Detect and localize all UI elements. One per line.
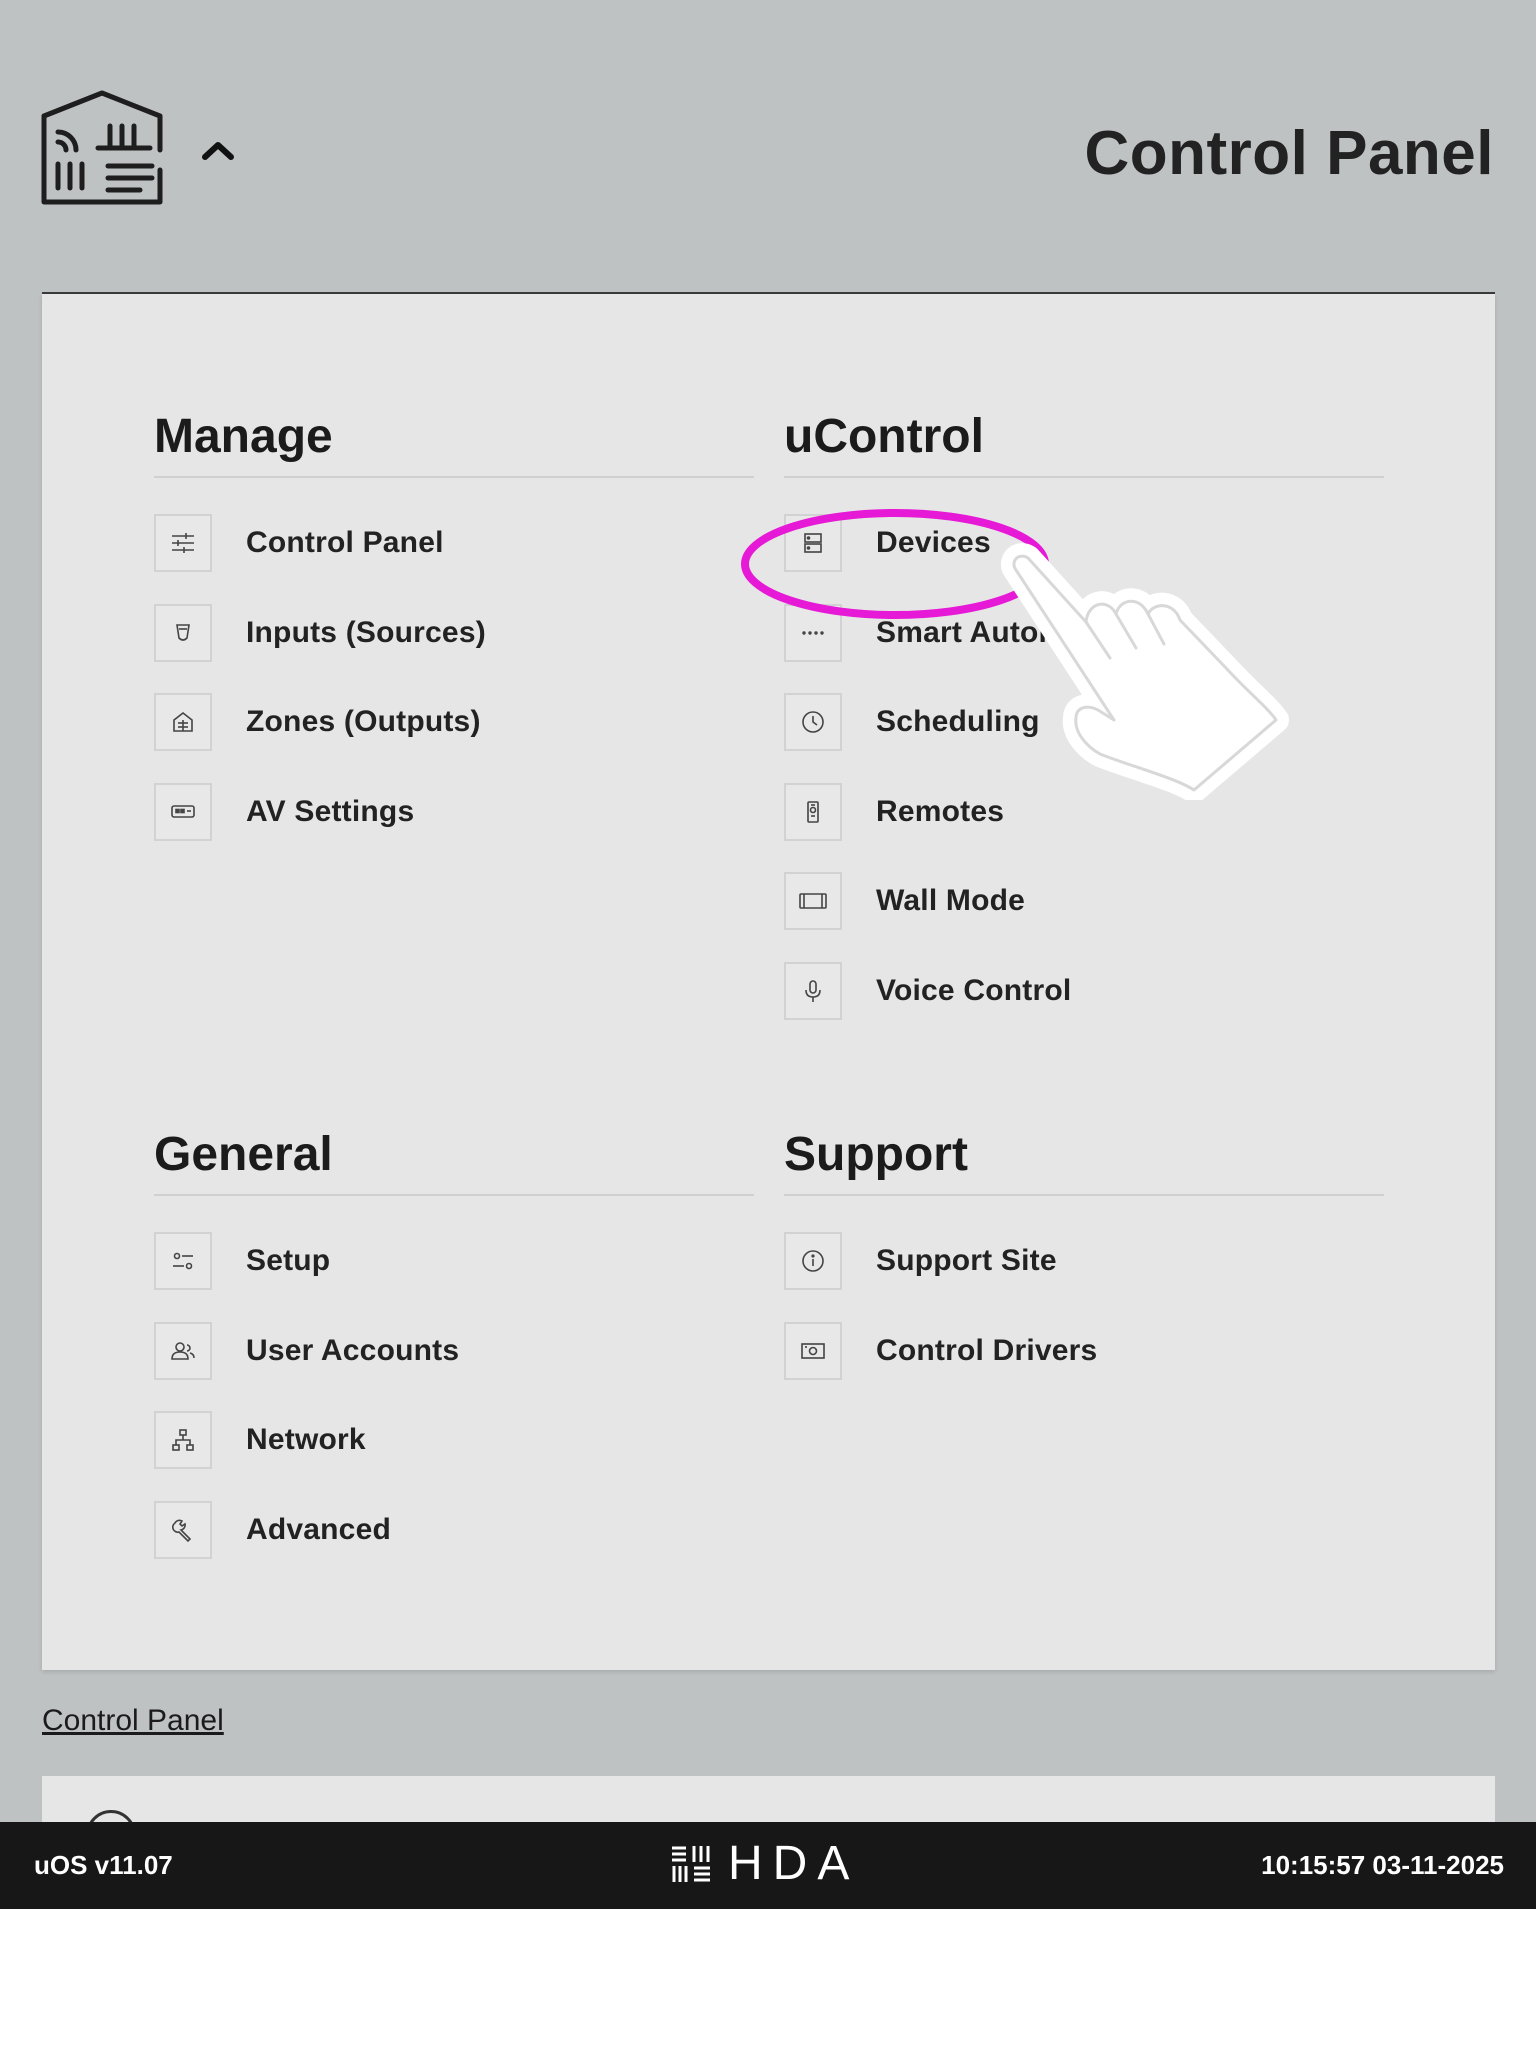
sliders-icon [154, 514, 212, 572]
menu-item-label: Devices [876, 526, 991, 559]
menu-item-label: Setup [246, 1244, 331, 1277]
menu-item-advanced[interactable]: Advanced [154, 1499, 754, 1561]
settings-panel: Manage Control Panel Inputs (Sources) Zo… [42, 294, 1495, 1670]
menu-item-label: Smart Automations [876, 615, 1155, 649]
menu-item-label: Zones (Outputs) [246, 705, 481, 738]
menu-item-label: AV Settings [246, 794, 415, 828]
menu-item-zones[interactable]: Zones (Outputs) [154, 691, 754, 753]
brand-name: HDA [728, 1837, 860, 1890]
menu-item-user-accounts[interactable]: User Accounts [154, 1320, 754, 1382]
driver-icon [784, 1321, 842, 1380]
section-support: Support Support Site Control Drivers [784, 1126, 1384, 1409]
status-footer: uOS v11.07 HDA 10:15:57 03-11-2025 [0, 1822, 1536, 1909]
menu-item-smart-automations[interactable]: Smart Automations [784, 602, 1384, 664]
section-title: General [154, 1128, 333, 1181]
dots-icon [784, 603, 842, 662]
menu-item-label: Advanced [246, 1512, 391, 1546]
menu-item-control-drivers[interactable]: Control Drivers [784, 1320, 1384, 1382]
menu-item-voice-control[interactable]: Voice Control [784, 960, 1384, 1022]
menu-item-label: Remotes [876, 794, 1005, 828]
house-icon [154, 693, 212, 751]
collapse-chevron-button[interactable] [196, 130, 240, 170]
input-plug-icon [154, 603, 212, 662]
menu-item-devices[interactable]: Devices [784, 512, 1384, 574]
menu-item-control-panel[interactable]: Control Panel [154, 512, 754, 574]
toggles-icon [154, 1232, 212, 1290]
users-icon [154, 1321, 212, 1380]
chevron-up-icon [202, 142, 234, 160]
section-divider [154, 1194, 754, 1196]
section-manage: Manage Control Panel Inputs (Sources) Zo… [154, 408, 754, 870]
info-icon [784, 1232, 842, 1290]
menu-item-scheduling[interactable]: Scheduling [784, 691, 1384, 753]
section-divider [784, 1194, 1384, 1196]
section-general: General Setup User Accounts Network Adva… [154, 1126, 754, 1588]
menu-item-label: User Accounts [246, 1333, 460, 1367]
menu-item-label: Control Panel [246, 526, 444, 559]
section-title: Manage [154, 410, 333, 463]
network-icon [154, 1411, 212, 1469]
av-box-icon [154, 782, 212, 841]
menu-item-network[interactable]: Network [154, 1409, 754, 1471]
wrench-icon [154, 1500, 212, 1559]
breadcrumb-link[interactable]: Control Panel [42, 1704, 224, 1738]
section-divider [784, 476, 1384, 478]
datetime-display: 10:15:57 03-11-2025 [1261, 1850, 1504, 1880]
menu-item-wall-mode[interactable]: Wall Mode [784, 870, 1384, 932]
menu-item-label: Network [246, 1423, 366, 1456]
server-icon [784, 514, 842, 572]
clock-icon [784, 693, 842, 751]
section-title: uControl [784, 410, 984, 463]
version-label: uOS v11.07 [34, 1850, 173, 1880]
brand-logo: HDA [670, 1838, 859, 1890]
section-ucontrol: uControl Devices Smart Automations Sched… [784, 408, 1384, 1049]
app-screen: Control Panel Manage Control Panel Input… [0, 0, 1536, 1909]
menu-item-av-settings[interactable]: AV Settings [154, 781, 754, 843]
menu-item-support-site[interactable]: Support Site [784, 1230, 1384, 1292]
section-divider [154, 476, 754, 478]
hda-mark-icon [672, 1846, 710, 1882]
menu-item-remotes[interactable]: Remotes [784, 781, 1384, 843]
home-logo-icon[interactable] [40, 90, 164, 206]
menu-item-setup[interactable]: Setup [154, 1230, 754, 1292]
menu-item-label: Control Drivers [876, 1333, 1098, 1367]
menu-item-inputs[interactable]: Inputs (Sources) [154, 602, 754, 664]
menu-item-label: Scheduling [876, 705, 1040, 738]
microphone-icon [784, 961, 842, 1020]
menu-item-label: Inputs (Sources) [246, 615, 486, 649]
page-title: Control Panel [1084, 119, 1494, 188]
menu-item-label: Support Site [876, 1244, 1057, 1277]
section-title: Support [784, 1128, 968, 1181]
menu-item-label: Wall Mode [876, 884, 1026, 917]
menu-item-label: Voice Control [876, 973, 1072, 1007]
tablet-icon [784, 872, 842, 930]
remote-icon [784, 782, 842, 841]
